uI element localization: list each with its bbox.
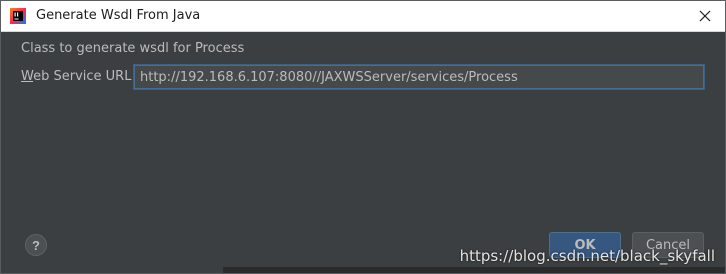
url-label-text: eb Service URL:: [33, 69, 136, 84]
web-service-url-input[interactable]: [134, 65, 704, 89]
bottom-strip: [1, 267, 725, 273]
bottom-strip-segment: [1, 267, 223, 273]
help-button[interactable]: ?: [25, 234, 47, 256]
title-bar[interactable]: Generate Wsdl From Java: [1, 1, 725, 32]
dialog-heading: Class to generate wsdl for Process: [21, 41, 245, 56]
generate-wsdl-dialog: Generate Wsdl From Java Class to generat…: [0, 0, 726, 274]
close-icon: [699, 10, 711, 22]
help-icon: ?: [32, 237, 40, 253]
web-service-url-label: Web Service URL:: [21, 69, 136, 84]
watermark-text: https://blog.csdn.net/black_skyfall: [459, 247, 715, 265]
intellij-idea-icon: [10, 8, 26, 24]
url-label-mnemonic: W: [21, 69, 34, 84]
close-button[interactable]: [685, 1, 725, 31]
window-title: Generate Wsdl From Java: [36, 8, 201, 23]
dialog-content: Class to generate wsdl for Process Web S…: [1, 32, 725, 273]
